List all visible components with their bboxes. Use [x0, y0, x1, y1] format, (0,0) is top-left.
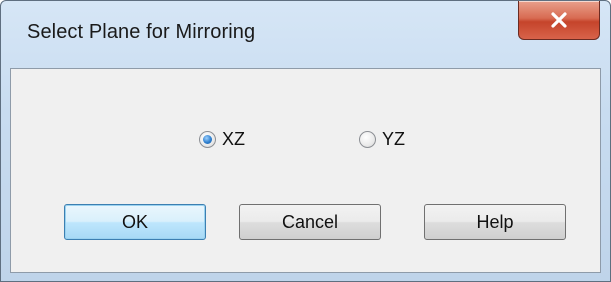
radio-button-xz[interactable] [199, 130, 216, 148]
dialog-body: XZ YZ OK Cancel Help [10, 68, 601, 273]
close-icon [551, 12, 567, 28]
cancel-button[interactable]: Cancel [239, 204, 381, 240]
ok-button[interactable]: OK [64, 204, 206, 240]
mirror-plane-dialog: Select Plane for Mirroring XZ YZ OK Canc… [0, 0, 611, 282]
radio-button-yz[interactable] [359, 130, 376, 148]
radio-label-xz[interactable]: XZ [222, 129, 245, 150]
plane-radio-group: XZ YZ [199, 124, 459, 154]
radio-label-yz[interactable]: YZ [382, 129, 405, 150]
dialog-title: Select Plane for Mirroring [27, 21, 256, 43]
radio-option-yz[interactable]: YZ [359, 124, 405, 154]
radio-option-xz[interactable]: XZ [199, 124, 245, 154]
help-button[interactable]: Help [424, 204, 566, 240]
close-button[interactable] [518, 1, 600, 40]
title-bar[interactable]: Select Plane for Mirroring [1, 1, 610, 69]
